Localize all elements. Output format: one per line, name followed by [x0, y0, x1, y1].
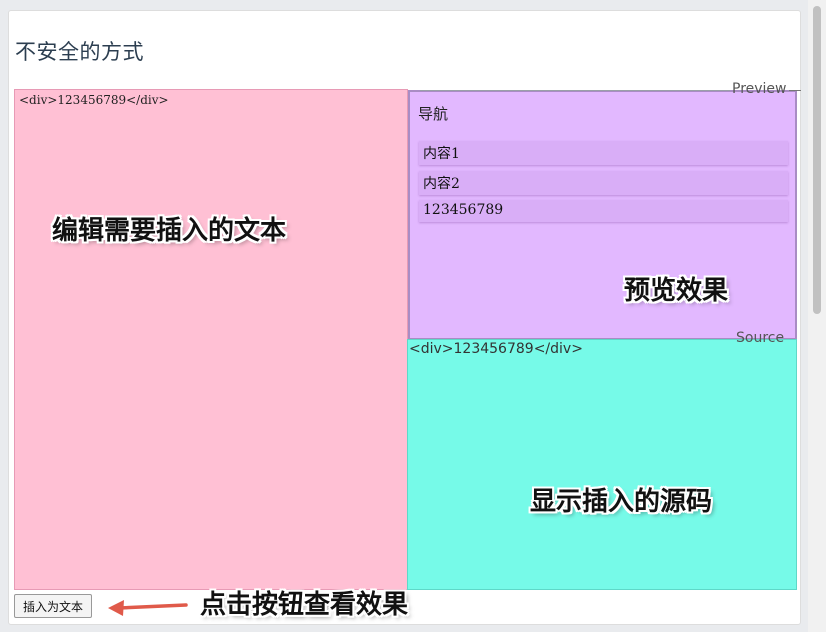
source-pane: <div>123456789</div>	[407, 339, 797, 590]
source-annotation: 显示插入的源码	[530, 487, 713, 517]
preview-content-item: 内容1	[419, 141, 788, 165]
insert-as-text-button[interactable]: 插入为文本	[14, 594, 93, 618]
editor-annotation: 编辑需要插入的文本	[52, 216, 287, 246]
html-editor-textarea[interactable]: <div>123456789</div>	[14, 89, 408, 590]
preview-label: Preview	[422, 81, 800, 97]
button-annotation: 点击按钮查看效果	[200, 590, 409, 620]
scrollbar-thumb[interactable]	[813, 6, 821, 314]
arrow-left-icon	[108, 600, 188, 616]
page-title: 不安全的方式	[15, 40, 144, 64]
preview-content-item: 123456789	[419, 200, 788, 222]
preview-content-item: 内容2	[419, 171, 788, 195]
preview-nav-title: 导航	[418, 105, 449, 123]
source-label: Source	[736, 330, 785, 346]
preview-annotation: 预览效果	[624, 276, 729, 306]
page-scrollbar[interactable]	[808, 0, 826, 632]
